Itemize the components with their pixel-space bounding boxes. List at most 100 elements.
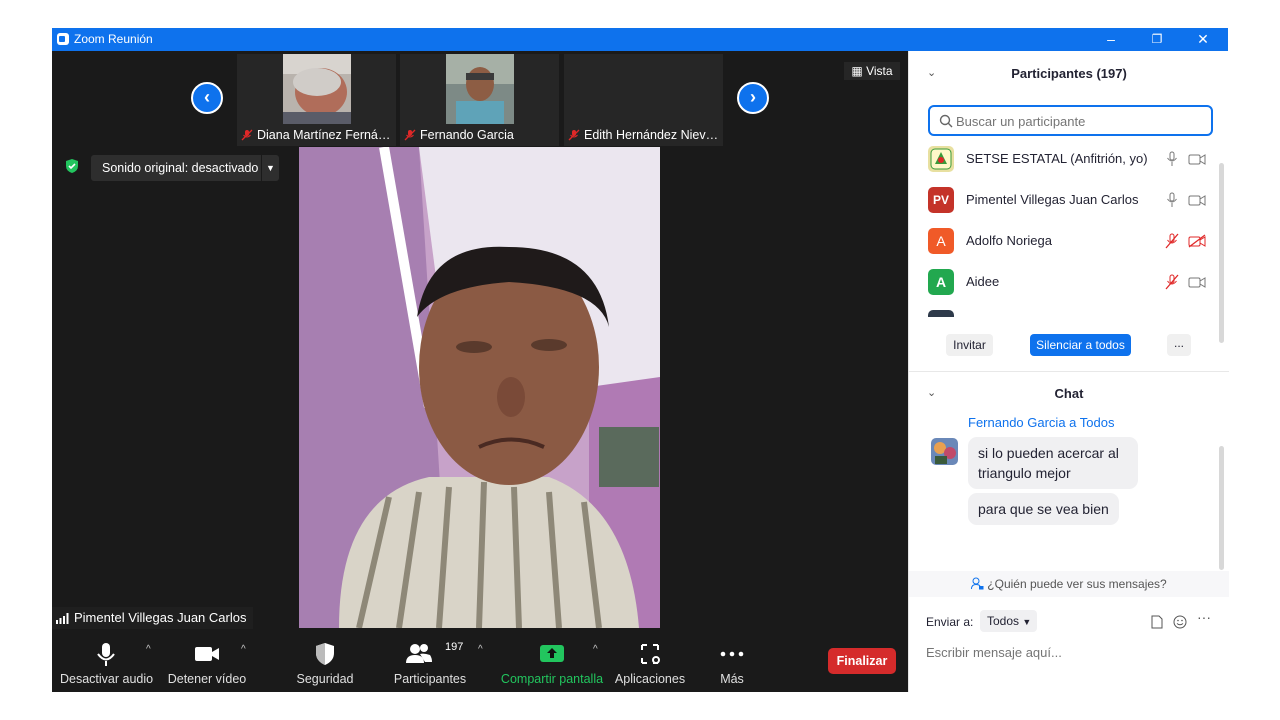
chat-scrollbar[interactable] [1219,446,1224,570]
window-title: Zoom Reunión [74,32,153,46]
speaker-name-label: Pimentel Villegas Juan Carlos [52,607,254,629]
participant-row[interactable]: SETSE ESTATAL (Anfitrión, yo) [909,139,1219,180]
microphone-icon[interactable] [1165,192,1179,208]
emoji-icon[interactable] [1173,615,1187,629]
thumbnail-strip: Diana Martínez Ferná… Fernando Garcia Ed… [237,54,723,146]
meeting-toolbar: ^ Desactivar audio ^ Detener vídeo Segur… [52,635,908,692]
collapse-chevron-icon[interactable]: ⌄ [927,66,936,79]
participant-list: SETSE ESTATAL (Anfitrión, yo) PV Pimente… [909,139,1219,317]
speaker-video [299,147,660,628]
chat-title: Chat [1054,386,1084,401]
collapse-chevron-icon[interactable]: ⌄ [927,386,936,399]
video-off-icon[interactable] [1188,234,1206,248]
apps-icon [641,644,660,664]
participants-count: 197 [445,641,464,653]
file-icon[interactable] [1151,615,1163,629]
mute-audio-label: Desactivar audio [60,672,154,686]
thumbnail-name: Diana Martínez Ferná… [257,128,391,142]
participant-video [446,54,514,124]
person-lock-icon [971,577,984,590]
participants-scrollbar[interactable] [1219,163,1224,343]
stop-video-label: Detener vídeo [167,672,247,686]
video-camera-icon[interactable] [1188,152,1206,166]
participants-title: Participantes (197) [1011,66,1127,81]
send-to-value: Todos [987,614,1020,628]
more-button[interactable]: Más [712,635,752,692]
invite-button[interactable]: Invitar [946,334,993,356]
participant-name: Adolfo Noriega [966,233,1052,248]
zoom-logo-icon [57,33,69,45]
participant-row[interactable] [909,303,1219,317]
restore-button[interactable]: ❐ [1134,28,1180,51]
view-label: Vista [866,64,893,78]
security-label: Seguridad [296,672,354,686]
chevron-up-icon[interactable]: ^ [593,644,598,655]
original-sound-label: Sonido original: desactivado [102,161,259,175]
share-screen-icon [540,645,564,662]
encryption-shield-icon[interactable] [64,158,80,174]
side-panel: ⌄ Participantes (197) SETSE ESTATAL (Anf… [908,51,1229,692]
muted-mic-icon[interactable] [1165,274,1179,290]
chevron-up-icon[interactable]: ^ [478,644,483,655]
participants-header: ⌄ Participantes (197) [909,66,1229,86]
participant-thumbnail[interactable]: Diana Martínez Ferná… [237,54,396,146]
title-bar: Zoom Reunión – ❐ ✕ [52,28,1228,51]
view-button[interactable]: ▦ Vista [844,62,900,80]
participants-icon [405,644,432,663]
security-shield-icon [316,643,334,665]
send-to-label: Enviar a: [926,615,974,629]
participant-thumbnail[interactable]: Fernando Garcia [400,54,559,146]
participants-more-button[interactable]: ... [1167,334,1191,356]
next-page-button[interactable]: › [737,82,769,114]
chevron-up-icon[interactable]: ^ [146,644,151,655]
original-sound-button[interactable]: Sonido original: desactivado ▼ [91,155,279,181]
signal-bars-icon [56,613,69,624]
apps-button[interactable]: Aplicaciones [614,635,686,692]
chevron-up-icon[interactable]: ^ [241,644,246,655]
share-screen-label: Compartir pantalla [500,672,604,686]
send-to-dropdown[interactable]: Todos ▼ [980,610,1037,632]
search-input[interactable] [956,111,1206,131]
video-stage: ‹ › Diana Martínez Ferná… Fernando Garci… [52,51,908,692]
mute-audio-button[interactable]: ^ Desactivar audio [60,635,154,692]
participant-search[interactable] [928,105,1213,136]
who-can-see-label: ¿Quién puede ver sus mensajes? [987,577,1167,591]
participant-thumbnail[interactable]: Edith Hernández Niev… [564,54,723,146]
chat-more-button[interactable]: ··· [1197,609,1211,625]
prev-page-button[interactable]: ‹ [191,82,223,114]
participant-name: Aidee [966,274,1000,289]
participant-avatar: PV [928,187,954,213]
participants-button[interactable]: 197 ^ Participantes [390,635,483,692]
microphone-icon [97,643,115,666]
security-button[interactable]: Seguridad [290,635,360,692]
participant-row[interactable]: PV Pimentel Villegas Juan Carlos [909,180,1219,221]
share-screen-button[interactable]: ^ Compartir pantalla [500,635,604,692]
sender-avatar [931,438,958,465]
video-camera-icon[interactable] [1188,193,1206,207]
chat-message: para que se vea bien [968,493,1119,525]
chevron-down-icon[interactable]: ▼ [261,155,279,181]
who-can-see-link[interactable]: ¿Quién puede ver sus mensajes? [909,571,1229,597]
apps-label: Aplicaciones [614,672,686,686]
muted-mic-icon[interactable] [1165,233,1179,249]
chevron-down-icon: ▼ [1022,617,1032,627]
end-meeting-button[interactable]: Finalizar [828,648,896,674]
video-camera-icon [195,647,219,661]
participant-avatar [928,310,954,317]
chat-message-input[interactable] [926,642,1216,662]
chat-message: si lo pueden acercar al triangulo mejor [968,437,1138,489]
thumbnail-name: Fernando Garcia [420,128,514,142]
microphone-icon[interactable] [1165,151,1179,167]
participant-video [283,54,351,124]
thumbnail-name: Edith Hernández Niev… [584,128,719,142]
stop-video-button[interactable]: ^ Detener vídeo [164,635,250,692]
participant-row[interactable]: A Aidee [909,262,1219,303]
participant-row[interactable]: A Adolfo Noriega [909,221,1219,262]
host-avatar [928,146,954,172]
minimize-button[interactable]: – [1088,28,1134,51]
search-icon [939,114,953,128]
mute-all-button[interactable]: Silenciar a todos [1030,334,1131,356]
chat-header: ⌄ Chat [909,386,1229,406]
close-button[interactable]: ✕ [1180,28,1226,51]
video-camera-icon[interactable] [1188,275,1206,289]
